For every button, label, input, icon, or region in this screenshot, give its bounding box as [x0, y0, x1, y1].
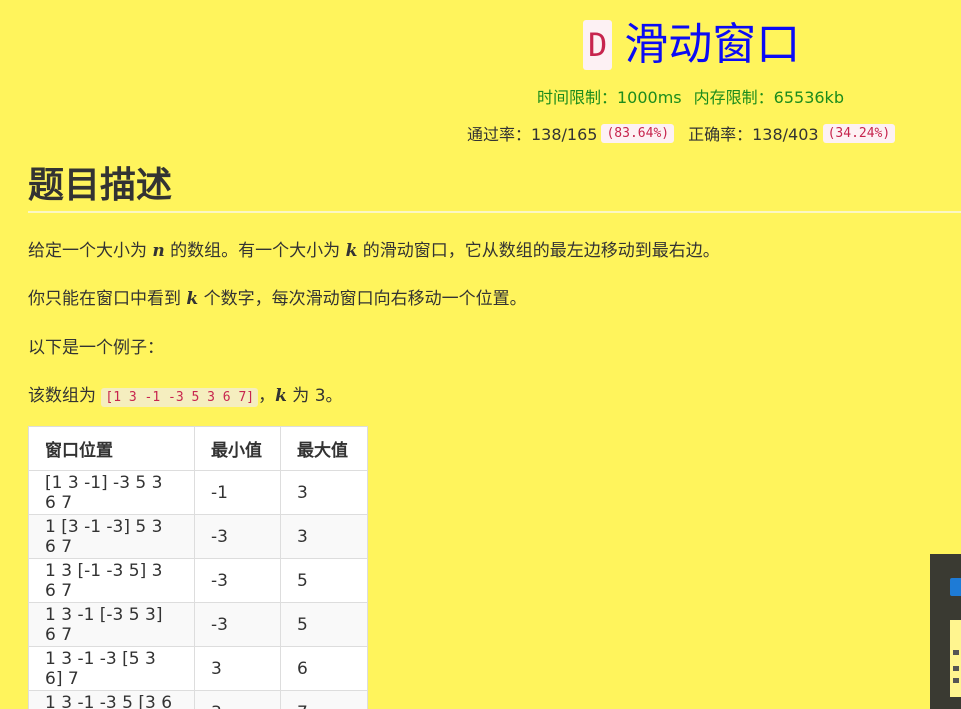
limits-line: 时间限制：1000ms 内存限制：65536kb: [537, 84, 856, 108]
array-code: [1 3 -1 -3 5 3 6 7]: [101, 388, 259, 407]
math-n: n: [152, 241, 165, 261]
description-paragraph-1: 给定一个大小为 n 的数组。有一个大小为 k 的滑动窗口，它从数组的最左边移动到…: [28, 236, 720, 261]
section-heading: 题目描述: [28, 165, 173, 206]
cell-min: -3: [194, 602, 281, 647]
problem-page: D 滑动窗口 时间限制：1000ms 内存限制：65536kb 通过率：138/1…: [0, 0, 961, 709]
cell-window: 1 3 -1 -3 [5 3 6] 7: [28, 646, 195, 691]
description-paragraph-3: 以下是一个例子：: [28, 338, 164, 358]
widget-panel[interactable]: [950, 620, 961, 697]
table-row: 1 3 -1 -3 5 [3 6 7] 3 7: [28, 690, 368, 709]
cell-window: 1 [3 -1 -3] 5 3 6 7: [28, 514, 195, 559]
text: 个数字，每次滑动窗口向右移动一个位置。: [198, 289, 527, 309]
description-paragraph-2: 你只能在窗口中看到 k 个数字，每次滑动窗口向右移动一个位置。: [28, 284, 527, 309]
floating-side-widget[interactable]: [930, 554, 961, 709]
cell-window: [1 3 -1] -3 5 3 6 7: [28, 470, 195, 515]
cell-max: 3: [280, 514, 368, 559]
cell-min: 3: [194, 690, 281, 709]
cell-window: 1 3 -1 [-3 5 3] 6 7: [28, 602, 195, 647]
problem-letter-badge: D: [583, 20, 613, 70]
problem-title: D 滑动窗口: [583, 18, 800, 72]
stats-line: 通过率：138/165 (83.64%) 正确率：138/403 (34.24%…: [467, 121, 909, 145]
text: 你只能在窗口中看到: [28, 289, 187, 309]
time-limit: 时间限制：1000ms: [537, 88, 682, 107]
window-table: 窗口位置 最小值 最大值 [1 3 -1] -3 5 3 6 7 -1 3 1 …: [28, 426, 368, 709]
table-row: 1 3 -1 -3 [5 3 6] 7 3 6: [28, 646, 368, 691]
heading-divider: [28, 211, 961, 213]
memory-limit: 内存限制：65536kb: [693, 88, 844, 107]
math-k: k: [186, 289, 199, 309]
table-header-row: 窗口位置 最小值 最大值: [28, 426, 368, 471]
pass-rate-label: 通过率：138/165: [467, 125, 598, 144]
cell-min: -3: [194, 558, 281, 603]
cell-min: -3: [194, 514, 281, 559]
table-row: 1 [3 -1 -3] 5 3 6 7 -3 3: [28, 514, 368, 559]
cell-max: 5: [280, 602, 368, 647]
text: 为 3。: [286, 386, 343, 406]
text: 的滑动窗口，它从数组的最左边移动到最右边。: [357, 241, 720, 261]
description-paragraph-4: 该数组为 [1 3 -1 -3 5 3 6 7] ，k 为 3。: [28, 381, 343, 407]
text: 给定一个大小为: [28, 241, 153, 261]
cell-window: 1 3 -1 -3 5 [3 6 7]: [28, 690, 195, 709]
cell-max: 3: [280, 470, 368, 515]
cell-max: 7: [280, 690, 368, 709]
cell-window: 1 3 [-1 -3 5] 3 6 7: [28, 558, 195, 603]
text: ，: [258, 386, 276, 406]
accuracy-label: 正确率：138/403: [688, 125, 819, 144]
column-header-max: 最大值: [280, 426, 368, 471]
cell-min: -1: [194, 470, 281, 515]
math-k: k: [275, 386, 287, 406]
problem-name: 滑动窗口: [624, 19, 801, 70]
cell-max: 5: [280, 558, 368, 603]
table-row: 1 3 -1 [-3 5 3] 6 7 -3 5: [28, 602, 368, 647]
column-header-window: 窗口位置: [28, 426, 195, 471]
accuracy-percent: (34.24%): [822, 123, 896, 143]
widget-icon[interactable]: [950, 578, 961, 596]
text: 的数组。有一个大小为: [164, 241, 346, 261]
text: 该数组为: [28, 386, 102, 406]
cell-max: 6: [280, 646, 368, 691]
cell-min: 3: [194, 646, 281, 691]
math-k: k: [345, 241, 358, 261]
table-row: [1 3 -1] -3 5 3 6 7 -1 3: [28, 470, 368, 515]
pass-rate-percent: (83.64%): [601, 123, 675, 143]
column-header-min: 最小值: [194, 426, 281, 471]
table-row: 1 3 [-1 -3 5] 3 6 7 -3 5: [28, 558, 368, 603]
